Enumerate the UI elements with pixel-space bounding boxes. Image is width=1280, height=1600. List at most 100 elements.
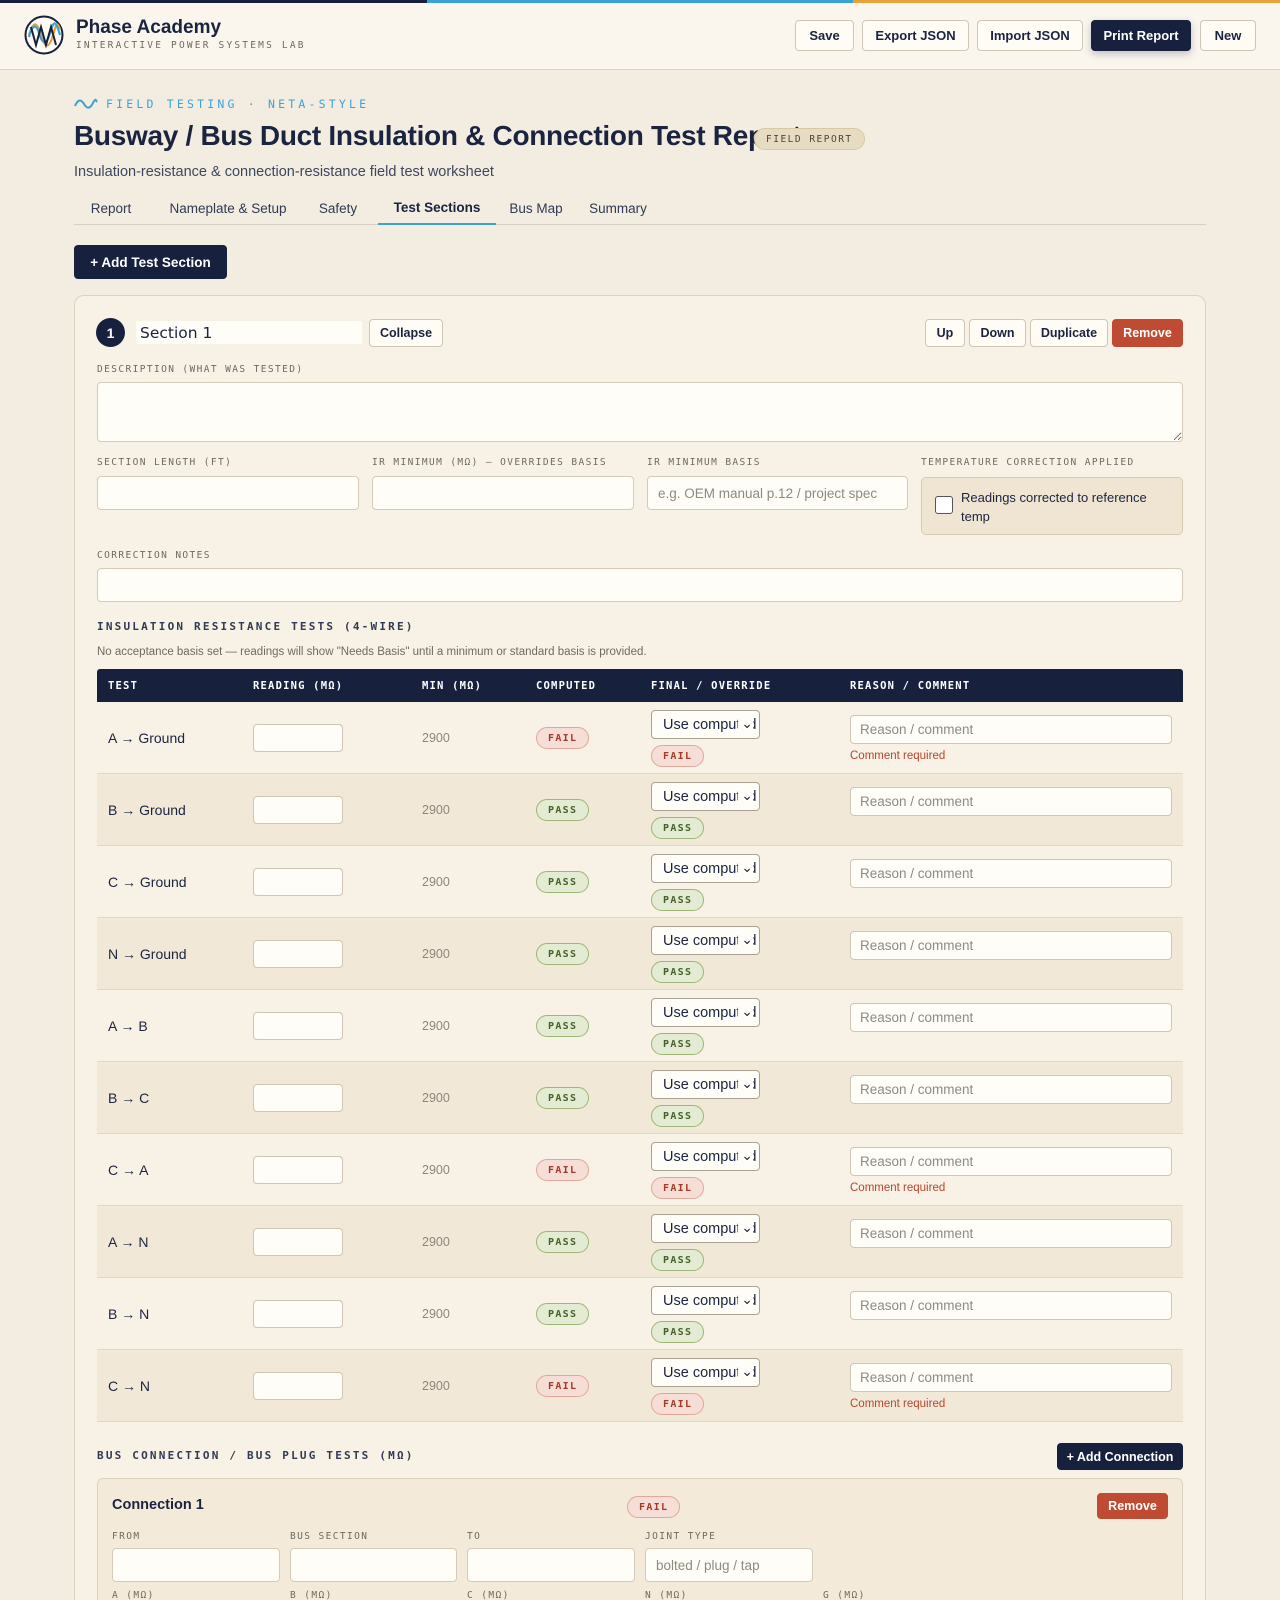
override-select[interactable]: Use computed ⌄: [651, 854, 760, 883]
min-value: 2900: [422, 803, 450, 817]
save-button[interactable]: Save: [795, 20, 854, 51]
reason-input[interactable]: [850, 1363, 1172, 1392]
override-select[interactable]: Use computed ⌄: [651, 782, 760, 811]
override-select[interactable]: Use computed ⌄: [651, 1070, 760, 1099]
add-test-section-button[interactable]: + Add Test Section: [74, 245, 227, 279]
page-kicker: FIELD TESTING · NETA-STYLE: [74, 97, 369, 111]
conn-bus-section-label: BUS SECTION: [290, 1531, 369, 1542]
reason-input[interactable]: [850, 1075, 1172, 1104]
move-down-button[interactable]: Down: [969, 319, 1026, 347]
move-up-button[interactable]: Up: [925, 319, 965, 347]
description-textarea[interactable]: [97, 382, 1183, 442]
computed-badge: FAIL: [536, 1375, 590, 1397]
temp-correction-label: TEMPERATURE CORRECTION APPLIED: [921, 457, 1135, 468]
collapse-button[interactable]: Collapse: [369, 319, 443, 347]
remove-section-button[interactable]: Remove: [1112, 319, 1183, 347]
wave-icon: [74, 98, 98, 109]
page-title: Busway / Bus Duct Insulation & Connectio…: [74, 120, 802, 151]
new-button[interactable]: New: [1200, 20, 1256, 51]
chevron-down-icon: ⌄: [738, 1219, 753, 1236]
tab-test-sections[interactable]: Test Sections: [378, 192, 496, 225]
test-name: B → Ground: [108, 802, 186, 818]
test-name: A → N: [108, 1234, 149, 1250]
reason-input[interactable]: [850, 859, 1172, 888]
conn-to-input[interactable]: [467, 1548, 635, 1582]
description-label: DESCRIPTION (WHAT WAS TESTED): [97, 364, 304, 375]
conn-joint-type-label: JOINT TYPE: [645, 1531, 717, 1542]
table-row: A → B 2900 PASS Use computed ⌄ PASS: [97, 990, 1183, 1062]
reading-input[interactable]: [253, 1300, 343, 1328]
min-value: 2900: [422, 1307, 450, 1321]
computed-badge: PASS: [536, 799, 590, 821]
ir-minimum-input[interactable]: [372, 476, 634, 510]
min-value: 2900: [422, 1379, 450, 1393]
page-subtitle: Insulation-resistance & connection-resis…: [74, 164, 494, 180]
field-report-badge: FIELD REPORT: [754, 128, 865, 150]
reading-input[interactable]: [253, 1012, 343, 1040]
reason-input[interactable]: [850, 1219, 1172, 1248]
ir-tests-heading: INSULATION RESISTANCE TESTS (4-WIRE): [97, 620, 415, 633]
col-reading: READING (MΩ): [253, 680, 344, 692]
tab-summary[interactable]: Summary: [578, 192, 658, 225]
computed-badge: FAIL: [536, 727, 590, 749]
duplicate-button[interactable]: Duplicate: [1030, 319, 1108, 347]
conn-bus-section-input[interactable]: [290, 1548, 457, 1582]
print-report-button[interactable]: Print Report: [1091, 20, 1191, 51]
correction-notes-input[interactable]: [97, 568, 1183, 602]
temp-correction-checkbox[interactable]: [935, 496, 953, 514]
section-length-input[interactable]: [97, 476, 359, 510]
override-select[interactable]: Use computed ⌄: [651, 1142, 760, 1171]
override-select[interactable]: Use computed ⌄: [651, 926, 760, 955]
section-name-input[interactable]: [136, 321, 362, 344]
reading-input[interactable]: [253, 1084, 343, 1112]
reading-input[interactable]: [253, 724, 343, 752]
chevron-down-icon: ⌄: [738, 1075, 753, 1092]
reading-input[interactable]: [253, 1372, 343, 1400]
computed-badge: PASS: [536, 943, 590, 965]
override-select[interactable]: Use computed ⌄: [651, 1286, 760, 1315]
chevron-down-icon: ⌄: [738, 1003, 753, 1020]
final-badge: PASS: [651, 889, 705, 911]
conn-from-input[interactable]: [112, 1548, 280, 1582]
override-select[interactable]: Use computed ⌄: [651, 998, 760, 1027]
temp-correction-box[interactable]: Readings corrected to reference temp: [921, 477, 1183, 535]
reading-input[interactable]: [253, 1156, 343, 1184]
tab-safety[interactable]: Safety: [306, 192, 370, 225]
reason-input[interactable]: [850, 931, 1172, 960]
reading-input[interactable]: [253, 796, 343, 824]
remove-connection-button[interactable]: Remove: [1097, 1493, 1168, 1519]
test-name: C → A: [108, 1162, 149, 1178]
conn-phase-b-label: B (MΩ): [290, 1590, 333, 1600]
chevron-down-icon: ⌄: [738, 1291, 753, 1308]
tab-bus-map[interactable]: Bus Map: [502, 192, 570, 225]
comment-required-note: Comment required: [850, 750, 946, 762]
connection-title: Connection 1: [112, 1497, 204, 1513]
reason-input[interactable]: [850, 1147, 1172, 1176]
table-row: A → N 2900 PASS Use computed ⌄ PASS: [97, 1206, 1183, 1278]
conn-joint-type-input[interactable]: [645, 1548, 813, 1582]
reading-input[interactable]: [253, 1228, 343, 1256]
import-json-button[interactable]: Import JSON: [977, 20, 1083, 51]
conn-phase-a-label: A (MΩ): [112, 1590, 155, 1600]
add-connection-button[interactable]: + Add Connection: [1057, 1443, 1183, 1470]
final-badge: PASS: [651, 1105, 705, 1127]
reason-input[interactable]: [850, 715, 1172, 744]
chevron-down-icon: ⌄: [738, 715, 753, 732]
min-value: 2900: [422, 875, 450, 889]
test-name: B → C: [108, 1090, 150, 1106]
reason-input[interactable]: [850, 1003, 1172, 1032]
reading-input[interactable]: [253, 940, 343, 968]
reason-input[interactable]: [850, 1291, 1172, 1320]
tab-nameplate-setup[interactable]: Nameplate & Setup: [156, 192, 300, 225]
test-name: B → N: [108, 1306, 150, 1322]
override-select[interactable]: Use computed ⌄: [651, 710, 760, 739]
export-json-button[interactable]: Export JSON: [862, 20, 969, 51]
table-row: C → N 2900 FAIL Use computed⌄ FAIL Comment re…: [97, 1350, 1183, 1422]
override-select[interactable]: Use computed ⌄: [651, 1358, 760, 1387]
reading-input[interactable]: [253, 868, 343, 896]
override-select[interactable]: Use computed ⌄: [651, 1214, 760, 1243]
reason-input[interactable]: [850, 787, 1172, 816]
ir-basis-input[interactable]: [647, 476, 908, 510]
computed-badge: FAIL: [536, 1159, 590, 1181]
tab-report[interactable]: Report: [74, 192, 148, 225]
